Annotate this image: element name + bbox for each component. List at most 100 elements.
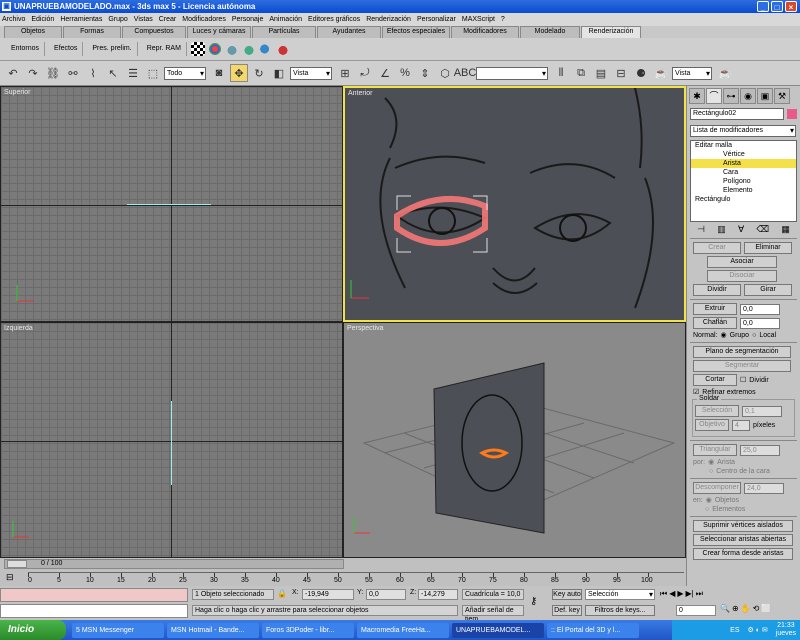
unlink-icon[interactable]: ⚯ <box>64 64 82 82</box>
add-time-tag[interactable]: Añadir señal de tiem <box>462 605 524 623</box>
tab-compuestos[interactable]: Compuestos <box>122 26 186 38</box>
stack-item-cara[interactable]: Cara <box>691 168 796 177</box>
arc-rotate-icon[interactable]: ⟲ <box>753 604 760 613</box>
teapot-icon[interactable] <box>224 42 239 56</box>
seleccion-button[interactable]: Selección <box>695 405 739 417</box>
stack-item-arista[interactable]: Arista <box>691 159 796 168</box>
plano-segmentacion-button[interactable]: Plano de segmentación <box>693 346 791 358</box>
x-coordinate[interactable]: -19,949 <box>302 589 354 600</box>
display-tab-icon[interactable]: ▣ <box>757 88 773 104</box>
tab-modelado[interactable]: Modelado <box>520 26 580 38</box>
lock-icon[interactable]: 🔒 <box>277 589 287 598</box>
window-crossing-icon[interactable]: ◙ <box>210 64 228 82</box>
z-coordinate[interactable]: -14,279 <box>418 589 458 600</box>
modifier-list-dropdown[interactable]: Lista de modificadores <box>690 125 796 137</box>
dividir-button[interactable]: Dividir <box>693 284 741 296</box>
taskbar-item-3dsmax[interactable]: UNAPRUEBAMODEL... <box>452 622 544 638</box>
maxscript-listener[interactable] <box>0 588 188 602</box>
motion-tab-icon[interactable]: ◉ <box>740 88 756 104</box>
named-selection-dropdown[interactable] <box>476 66 548 80</box>
rotate-icon[interactable]: ↻ <box>250 64 268 82</box>
taskbar-item-msn[interactable]: 5 MSN Messenger <box>72 622 164 638</box>
region-select-icon[interactable]: ⬚ <box>144 64 162 82</box>
go-end-icon[interactable]: ⏭ <box>696 589 703 599</box>
current-frame-field[interactable]: 0 <box>676 605 716 616</box>
objetivo-spinner[interactable]: 4 <box>732 419 750 431</box>
select-icon[interactable]: ↖ <box>104 64 122 82</box>
descomponer-spinner[interactable]: 24,0 <box>744 482 784 494</box>
girar-button[interactable]: Girar <box>744 284 792 296</box>
hierarchy-tab-icon[interactable]: ⊶ <box>723 88 739 104</box>
tray-icons[interactable]: ⚙ ◐ ✉ <box>748 626 768 634</box>
menu-edicion[interactable]: Edición <box>31 16 54 23</box>
play-icon[interactable]: ▶ <box>677 589 683 599</box>
key-filters-button[interactable]: Filtros de keys... <box>585 605 655 616</box>
selection-set-dropdown[interactable]: Selección <box>585 589 655 600</box>
checker-icon[interactable] <box>190 42 205 56</box>
render-scene-icon[interactable] <box>258 42 273 56</box>
track-view-icon[interactable]: ▤ <box>592 64 610 82</box>
crear-button[interactable]: Crear <box>693 242 741 254</box>
maximize-viewport-icon[interactable]: ⬜ <box>761 604 771 613</box>
pin-stack-icon[interactable]: ⊣ <box>697 224 705 235</box>
spinner-snap-icon[interactable]: ⇕ <box>416 64 434 82</box>
edit-named-selection-icon[interactable]: ABC <box>454 64 477 82</box>
clock[interactable]: 21:33 jueves <box>776 622 796 638</box>
link-icon[interactable]: ⛓ <box>44 64 62 82</box>
key-icon[interactable]: ⚷ <box>530 596 537 607</box>
named-selection-icon[interactable]: ⬡ <box>436 64 454 82</box>
eliminar-button[interactable]: Eliminar <box>744 242 792 254</box>
objetos-radio[interactable]: ◉ <box>706 496 712 504</box>
object-color-swatch[interactable] <box>787 109 797 119</box>
pivot-icon[interactable]: ⊞ <box>336 64 354 82</box>
stack-item-editar-malla[interactable]: Editar malla <box>691 141 796 150</box>
taskbar-item-freehand[interactable]: Macromedia FreeHa... <box>357 622 449 638</box>
modify-tab-icon[interactable]: ⌒ <box>706 88 722 104</box>
entornos-button[interactable]: Entornos <box>6 42 46 56</box>
quick-render-icon[interactable] <box>275 42 290 56</box>
grupo-radio[interactable]: ◉ <box>721 331 727 339</box>
select-by-name-icon[interactable]: ☰ <box>124 64 142 82</box>
efectos-button[interactable]: Efectos <box>49 42 84 56</box>
selection-filter-dropdown[interactable]: Todo <box>164 66 206 80</box>
seleccion-spinner[interactable]: 0,1 <box>742 405 782 417</box>
menu-vistas[interactable]: Vistas <box>134 16 153 23</box>
arista-radio[interactable]: ◉ <box>708 458 714 466</box>
maxscript-output[interactable] <box>0 604 188 618</box>
start-button[interactable]: Inicio <box>0 620 66 640</box>
objetivo-button[interactable]: Objetivo <box>695 419 729 431</box>
menu-editores[interactable]: Editores gráficos <box>308 16 360 23</box>
viewport-front[interactable]: Anterior <box>343 86 686 322</box>
render-type-dropdown[interactable]: Vista <box>672 66 712 80</box>
time-slider-thumb[interactable] <box>7 560 27 568</box>
material-icon[interactable] <box>207 42 222 56</box>
mirror-icon[interactable]: ⫴ <box>552 64 570 82</box>
y-coordinate[interactable]: 0,0 <box>366 589 406 600</box>
local-radio[interactable]: ○ <box>752 332 756 339</box>
menu-animacion[interactable]: Animación <box>269 16 302 23</box>
time-slider[interactable]: 0 / 100 <box>4 559 344 569</box>
percent-snap-icon[interactable]: % <box>396 64 414 82</box>
scale-icon[interactable]: ◧ <box>270 64 288 82</box>
show-end-result-icon[interactable]: ▥ <box>717 224 726 235</box>
object-name-field[interactable]: Rectángulo02 <box>690 108 784 120</box>
taskbar-item-portal[interactable]: :: El Portal del 3D y l... <box>547 622 639 638</box>
menu-personaje[interactable]: Personaje <box>232 16 264 23</box>
menu-maxscript[interactable]: MAXScript <box>462 16 495 23</box>
extruir-button[interactable]: Extruir <box>693 303 737 315</box>
quick-render-toolbar-icon[interactable]: ☕ <box>716 64 734 82</box>
schematic-icon[interactable]: ⊟ <box>612 64 630 82</box>
close-button[interactable]: × <box>785 1 797 12</box>
render-icon[interactable]: ☕ <box>652 64 670 82</box>
menu-grupo[interactable]: Grupo <box>108 16 127 23</box>
repr-ram-button[interactable]: Repr. RAM <box>142 42 187 56</box>
suprimir-vertices-button[interactable]: Suprimir vértices aislados <box>693 520 793 532</box>
redo-icon[interactable]: ↷ <box>24 64 42 82</box>
tab-modificadores[interactable]: Modificadores <box>451 26 519 38</box>
key-auto-button[interactable]: Key auto <box>552 589 582 600</box>
configure-sets-icon[interactable]: ▦ <box>781 224 790 235</box>
angle-snap-icon[interactable]: ∠ <box>376 64 394 82</box>
remove-modifier-icon[interactable]: ⌫ <box>756 224 769 235</box>
menu-modificadores[interactable]: Modificadores <box>182 16 226 23</box>
viewport-perspective[interactable]: Perspectiva <box>343 322 686 558</box>
